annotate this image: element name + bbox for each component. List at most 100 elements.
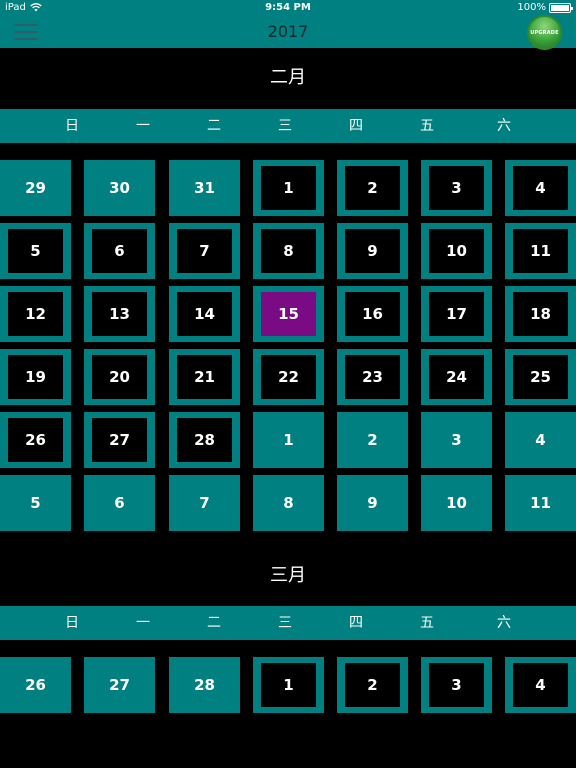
day-cell[interactable]: 27 — [84, 412, 155, 468]
day-cell[interactable]: 28 — [169, 412, 240, 468]
weekday-label: 一 — [136, 118, 150, 134]
day-number: 18 — [513, 292, 568, 336]
day-cell[interactable]: 20 — [84, 349, 155, 405]
day-cell[interactable]: 26 — [0, 412, 71, 468]
day-cell[interactable]: 30 — [84, 160, 155, 216]
day-cell[interactable]: 1 — [253, 657, 324, 713]
weekday-label: 六 — [497, 615, 511, 631]
day-cell[interactable]: 4 — [505, 412, 576, 468]
day-cell[interactable]: 23 — [337, 349, 408, 405]
weekday-header: 日一二三四五六 — [0, 606, 576, 640]
day-cell[interactable]: 2 — [337, 412, 408, 468]
day-cell[interactable]: 7 — [169, 223, 240, 279]
day-cell[interactable]: 31 — [169, 160, 240, 216]
day-number: 2 — [345, 166, 400, 210]
day-cell[interactable]: 14 — [169, 286, 240, 342]
weekday-label: 六 — [497, 118, 511, 134]
day-cell[interactable]: 13 — [84, 286, 155, 342]
month-title: 三月 — [270, 565, 306, 586]
day-number: 19 — [8, 355, 63, 399]
day-number: 12 — [8, 292, 63, 336]
day-cell[interactable]: 9 — [337, 223, 408, 279]
day-number: 4 — [535, 431, 546, 449]
day-number: 27 — [92, 418, 147, 462]
day-cell[interactable]: 10 — [421, 223, 492, 279]
day-cell[interactable]: 9 — [337, 475, 408, 531]
day-cell[interactable]: 2 — [337, 657, 408, 713]
weekday-label: 二 — [207, 615, 221, 631]
day-cell[interactable]: 5 — [0, 223, 71, 279]
day-cell[interactable]: 3 — [421, 160, 492, 216]
day-cell[interactable]: 25 — [505, 349, 576, 405]
day-number: 1 — [283, 431, 294, 449]
day-number: 11 — [513, 229, 568, 273]
day-cell[interactable]: 6 — [84, 475, 155, 531]
day-number: 3 — [429, 166, 484, 210]
day-cell[interactable]: 6 — [84, 223, 155, 279]
day-cell[interactable]: 12 — [0, 286, 71, 342]
day-number: 2 — [345, 663, 400, 707]
day-number: 26 — [8, 418, 63, 462]
day-cell[interactable]: 26 — [0, 657, 71, 713]
day-cell[interactable]: 16 — [337, 286, 408, 342]
day-number: 11 — [530, 494, 551, 512]
month-title: 二月 — [270, 67, 306, 88]
day-cell[interactable]: 29 — [0, 160, 71, 216]
day-cell[interactable]: 8 — [253, 223, 324, 279]
day-cell[interactable]: 8 — [253, 475, 324, 531]
day-cell[interactable]: 17 — [421, 286, 492, 342]
day-cell[interactable]: 27 — [84, 657, 155, 713]
day-number: 31 — [194, 179, 215, 197]
weekday-label: 二 — [207, 118, 221, 134]
day-cell[interactable]: 4 — [505, 657, 576, 713]
day-number: 8 — [261, 229, 316, 273]
day-cell[interactable]: 1 — [253, 412, 324, 468]
day-number: 10 — [429, 229, 484, 273]
day-number: 27 — [109, 676, 130, 694]
day-number: 9 — [345, 229, 400, 273]
day-cell[interactable]: 18 — [505, 286, 576, 342]
day-number: 30 — [109, 179, 130, 197]
weekday-label: 日 — [65, 118, 79, 134]
weekday-header: 日一二三四五六 — [0, 109, 576, 143]
day-cell[interactable]: 3 — [421, 412, 492, 468]
day-number: 6 — [114, 494, 125, 512]
day-number: 4 — [513, 663, 568, 707]
weekday-label: 五 — [420, 615, 434, 631]
day-cell[interactable]: 1 — [253, 160, 324, 216]
day-number: 15 — [261, 292, 316, 336]
day-cell[interactable]: 10 — [421, 475, 492, 531]
weekday-label: 三 — [278, 118, 292, 134]
day-number: 1 — [261, 166, 316, 210]
day-number: 28 — [177, 418, 232, 462]
weekday-label: 三 — [278, 615, 292, 631]
day-number: 23 — [345, 355, 400, 399]
weekday-label: 四 — [349, 118, 363, 134]
day-cell[interactable]: 28 — [169, 657, 240, 713]
day-cell[interactable]: 7 — [169, 475, 240, 531]
day-cell[interactable]: 11 — [505, 475, 576, 531]
nav-bar: 2017 UPGRADE — [0, 15, 576, 50]
day-number: 21 — [177, 355, 232, 399]
upgrade-button[interactable]: UPGRADE — [527, 15, 562, 50]
day-number: 6 — [92, 229, 147, 273]
day-cell[interactable]: 24 — [421, 349, 492, 405]
day-cell[interactable]: 3 — [421, 657, 492, 713]
day-cell[interactable]: 19 — [0, 349, 71, 405]
day-cell-selected[interactable]: 15 — [253, 286, 324, 342]
day-cell[interactable]: 2 — [337, 160, 408, 216]
day-number: 24 — [429, 355, 484, 399]
weekday-label: 一 — [136, 615, 150, 631]
day-cell[interactable]: 21 — [169, 349, 240, 405]
year-title: 2017 — [267, 22, 309, 41]
battery-percent: 100% — [517, 2, 546, 13]
weekday-label: 四 — [349, 615, 363, 631]
day-number: 16 — [345, 292, 400, 336]
day-number: 13 — [92, 292, 147, 336]
day-cell[interactable]: 11 — [505, 223, 576, 279]
status-right: 100% — [517, 2, 573, 13]
day-cell[interactable]: 22 — [253, 349, 324, 405]
day-cell[interactable]: 5 — [0, 475, 71, 531]
day-cell[interactable]: 4 — [505, 160, 576, 216]
upgrade-label: UPGRADE — [530, 29, 559, 36]
